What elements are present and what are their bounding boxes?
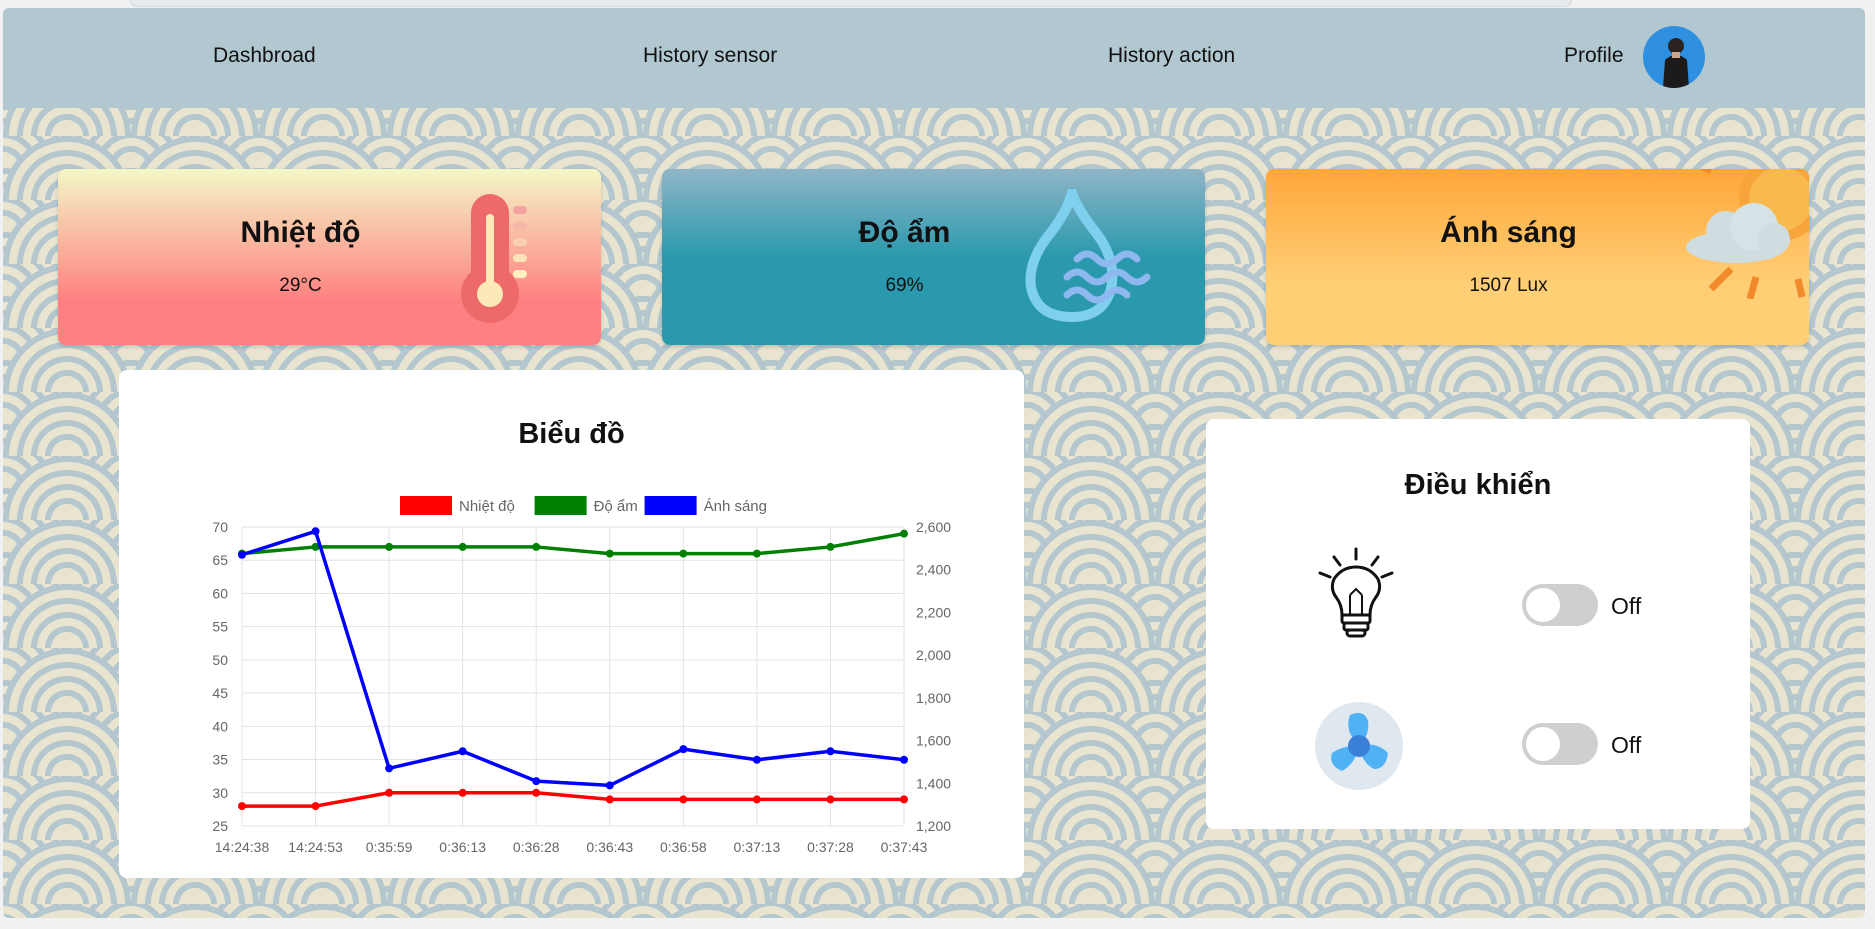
series-line — [241, 531, 905, 556]
chart-panel: Biểu đồ 70 65 60 55 50 45 40 35 30 25 2,600 2,400 2,… — [119, 370, 1024, 878]
data-point — [900, 795, 908, 804]
y-left-tick-label: 65 — [212, 552, 228, 568]
thermometer-icon — [453, 184, 543, 339]
data-point — [385, 788, 394, 797]
legend-swatch — [400, 496, 452, 515]
data-point — [900, 529, 908, 538]
x-tick-label: 14:24:38 — [215, 839, 270, 855]
data-point — [458, 788, 467, 797]
x-tick-label: 14:24:53 — [288, 839, 343, 855]
sun-cloud-icon — [1676, 169, 1809, 304]
legend-label: Nhiệt độ — [459, 498, 515, 515]
data-point — [532, 788, 541, 797]
legend-label: Độ ẩm — [594, 498, 638, 515]
fan-toggle-knob — [1526, 727, 1560, 761]
data-point — [385, 542, 394, 551]
line-chart: 70 65 60 55 50 45 40 35 30 25 2,600 2,400 2,200 2,000… — [212, 496, 951, 855]
data-point — [311, 527, 320, 536]
y-right-tick-label: 2,000 — [916, 647, 951, 663]
series-line — [241, 529, 905, 788]
y-right-tick-label: 1,400 — [916, 775, 951, 791]
data-point — [238, 802, 246, 811]
temperature-card: Nhiệt độ 29°C — [58, 169, 601, 345]
control-title: Điều khiển — [1404, 469, 1552, 501]
data-point — [752, 755, 761, 764]
data-point — [679, 795, 688, 804]
x-tick-label: 0:37:28 — [807, 839, 854, 855]
x-tick-label: 0:36:13 — [439, 839, 486, 855]
legend-swatch — [534, 496, 587, 515]
y-right-tick-label: 1,200 — [916, 818, 951, 834]
control-panel: Điều khiển Off Off — [1206, 419, 1750, 829]
data-point — [752, 795, 761, 804]
avatar[interactable] — [1643, 26, 1705, 88]
data-point — [826, 542, 835, 551]
light-toggle-knob — [1526, 588, 1560, 622]
x-tick-label: 0:37:13 — [734, 839, 781, 855]
nav-profile-link[interactable]: Profile — [1564, 44, 1624, 68]
humidity-card: Độ ẩm 69% — [662, 169, 1205, 345]
water-drop-icon — [1017, 175, 1167, 344]
y-left-tick-label: 25 — [212, 818, 228, 834]
y-left-tick-label: 60 — [212, 585, 228, 601]
data-point — [679, 549, 688, 558]
y-right-tick-label: 2,400 — [916, 562, 951, 578]
y-left-tick-label: 30 — [212, 785, 228, 801]
data-point — [532, 542, 541, 551]
x-tick-label: 0:36:28 — [513, 839, 560, 855]
page-frame: Dashbroad History sensor History action … — [3, 8, 1865, 918]
data-point — [311, 802, 320, 811]
legend-swatch — [644, 496, 697, 515]
data-point — [605, 781, 614, 790]
x-tick-label: 0:36:58 — [660, 839, 707, 855]
x-tick-label: 0:37:43 — [881, 839, 928, 855]
light-state-label: Off — [1611, 593, 1642, 619]
y-left-tick-label: 45 — [212, 685, 228, 701]
y-left-tick-label: 50 — [212, 652, 228, 668]
data-point — [752, 549, 761, 558]
y-left-tick-label: 70 — [212, 519, 228, 535]
data-point — [826, 747, 835, 756]
data-point — [826, 795, 835, 804]
lightbulb-icon — [1316, 547, 1396, 652]
light-toggle[interactable] — [1522, 584, 1598, 626]
data-point — [458, 747, 467, 756]
y-right-tick-label: 2,200 — [916, 604, 951, 620]
data-point — [532, 777, 541, 786]
fan-state-label: Off — [1611, 732, 1642, 758]
data-point — [238, 550, 246, 559]
data-point — [679, 745, 688, 754]
y-right-tick-label: 2,600 — [916, 519, 951, 535]
data-point — [385, 764, 394, 773]
y-left-tick-label: 35 — [212, 752, 228, 768]
fan-toggle[interactable] — [1522, 723, 1598, 765]
data-point — [458, 542, 467, 551]
y-left-tick-label: 40 — [212, 718, 228, 734]
nav-dashboard-link[interactable]: Dashbroad — [213, 44, 316, 68]
data-point — [605, 795, 614, 804]
nav-history-sensor-link[interactable]: History sensor — [643, 44, 777, 68]
nav-history-action-link[interactable]: History action — [1108, 44, 1235, 68]
data-point — [605, 549, 614, 558]
series-line — [242, 791, 904, 808]
data-point — [900, 755, 908, 764]
x-tick-label: 0:35:59 — [366, 839, 413, 855]
light-card: Ánh sáng 1507 Lux — [1266, 169, 1809, 345]
browser-top-strip — [130, 0, 1572, 7]
y-left-tick-label: 55 — [212, 619, 228, 635]
fan-icon — [1314, 701, 1404, 796]
navbar: Dashbroad History sensor History action … — [3, 8, 1865, 108]
y-right-tick-label: 1,600 — [916, 733, 951, 749]
y-right-tick-label: 1,800 — [916, 690, 951, 706]
x-tick-label: 0:36:43 — [586, 839, 633, 855]
legend-label: Ánh sáng — [704, 498, 767, 515]
